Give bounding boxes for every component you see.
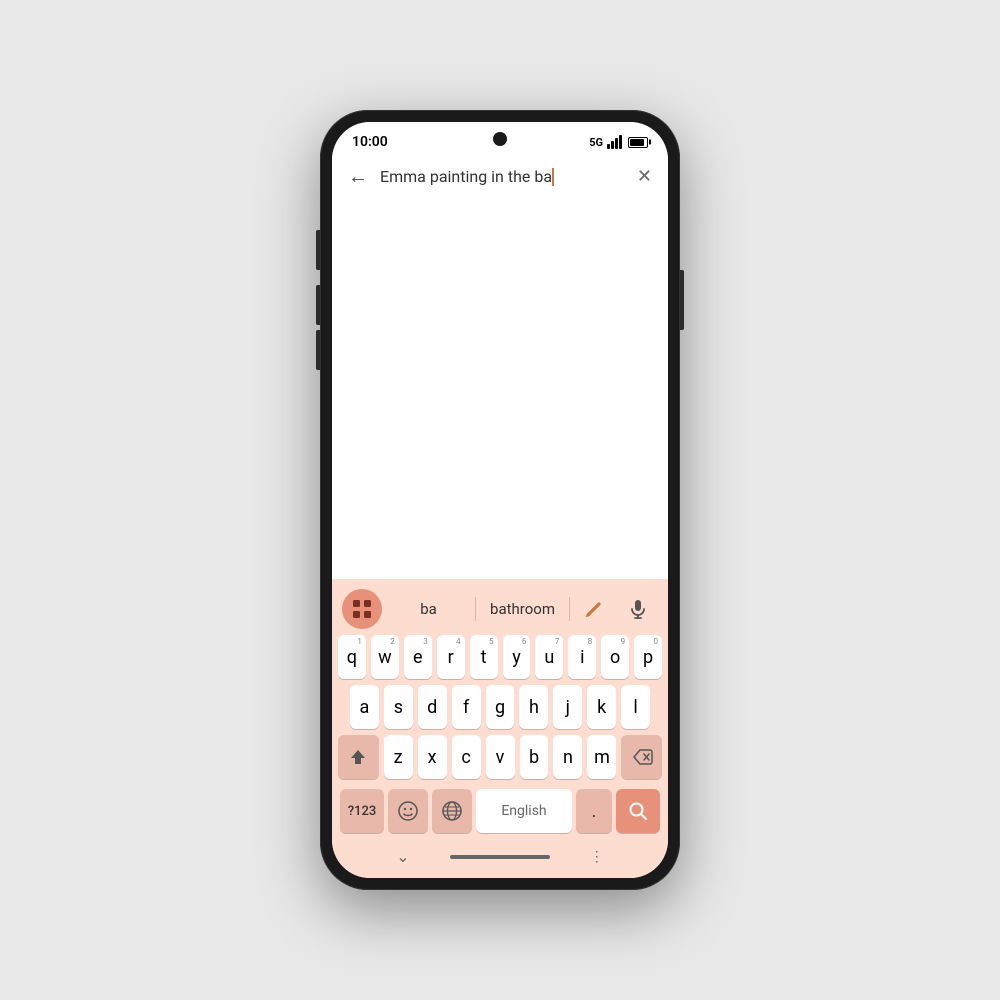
key-s[interactable]: s (384, 685, 413, 729)
backspace-icon (631, 746, 653, 768)
nav-grid-icon[interactable]: ⋮ (590, 849, 604, 865)
mic-icon (627, 598, 649, 620)
cursor (552, 168, 554, 186)
mic-button[interactable] (618, 589, 658, 629)
key-k[interactable]: k (587, 685, 616, 729)
keyboard: ba bathroom (332, 579, 668, 878)
key-a[interactable]: a (350, 685, 379, 729)
search-bar: ← Emma painting in the ba ✕ (332, 156, 668, 197)
key-x[interactable]: x (418, 735, 447, 779)
key-l[interactable]: l (621, 685, 650, 729)
search-key[interactable] (616, 789, 660, 833)
key-b[interactable]: b (520, 735, 549, 779)
globe-icon (441, 800, 463, 822)
search-text: Emma painting in the ba (380, 167, 552, 186)
pencil-icon (583, 598, 605, 620)
search-icon (627, 800, 649, 822)
home-indicator[interactable] (450, 855, 550, 859)
suggestion-word-1[interactable]: ba (386, 594, 471, 624)
suggestions-row: ba bathroom (336, 585, 664, 633)
keyboard-bottom-row: ?123 (336, 785, 664, 839)
key-c[interactable]: c (452, 735, 481, 779)
key-p[interactable]: 0 p (634, 635, 662, 679)
emoji-key[interactable] (388, 789, 428, 833)
key-v[interactable]: v (486, 735, 515, 779)
apps-button[interactable] (342, 589, 382, 629)
battery-icon (628, 137, 648, 148)
nav-bar: ⌄ ⋮ (336, 839, 664, 878)
period-key[interactable]: . (576, 789, 612, 833)
key-t[interactable]: 5 t (470, 635, 498, 679)
backspace-button[interactable] (621, 735, 662, 779)
shift-button[interactable] (338, 735, 379, 779)
key-g[interactable]: g (486, 685, 515, 729)
phone-device: 10:00 5G ← Emma painting in the ba ✕ (320, 110, 680, 890)
signal-strength (607, 135, 622, 149)
key-o[interactable]: 9 o (601, 635, 629, 679)
clear-button[interactable]: ✕ (637, 166, 652, 187)
keyboard-row-3: z x c v b n m (336, 735, 664, 779)
back-button[interactable]: ← (348, 164, 368, 189)
search-input-area[interactable]: Emma painting in the ba (380, 167, 625, 186)
key-i[interactable]: 8 i (568, 635, 596, 679)
key-h[interactable]: h (519, 685, 548, 729)
content-area (332, 197, 668, 579)
phone-screen: 10:00 5G ← Emma painting in the ba ✕ (332, 122, 668, 878)
key-f[interactable]: f (452, 685, 481, 729)
space-key[interactable]: English (476, 789, 572, 833)
network-indicator: 5G (589, 136, 603, 149)
key-n[interactable]: n (553, 735, 582, 779)
num-key[interactable]: ?123 (340, 789, 384, 833)
apps-grid-icon (352, 599, 372, 619)
nav-chevron-icon[interactable]: ⌄ (396, 847, 409, 866)
key-j[interactable]: j (553, 685, 582, 729)
keyboard-row-2: a s d f g h j k l (336, 685, 664, 729)
key-m[interactable]: m (587, 735, 616, 779)
key-z[interactable]: z (384, 735, 413, 779)
camera-notch (493, 132, 507, 146)
pencil-button[interactable] (574, 589, 614, 629)
key-u[interactable]: 7 u (535, 635, 563, 679)
key-y[interactable]: 6 y (503, 635, 531, 679)
divider (475, 597, 476, 621)
status-icons: 5G (589, 135, 648, 149)
emoji-icon (397, 800, 419, 822)
key-e[interactable]: 3 e (404, 635, 432, 679)
globe-key[interactable] (432, 789, 472, 833)
key-d[interactable]: d (418, 685, 447, 729)
status-bar: 10:00 5G (332, 122, 668, 156)
key-r[interactable]: 4 r (437, 635, 465, 679)
time-display: 10:00 (352, 134, 388, 150)
key-q[interactable]: 1 q (338, 635, 366, 679)
divider-2 (569, 597, 570, 621)
suggestion-word-2[interactable]: bathroom (480, 594, 565, 624)
keyboard-row-1: 1 q 2 w 3 e 4 r 5 t (336, 635, 664, 679)
shift-icon (348, 747, 368, 767)
key-w[interactable]: 2 w (371, 635, 399, 679)
